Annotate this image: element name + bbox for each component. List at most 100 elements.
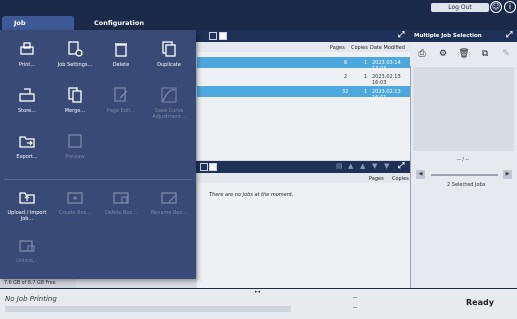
top-bar: Log Out ☺ i (0, 0, 517, 15)
selection-thumbnail-area (413, 67, 514, 151)
menu-label: Duplicate (157, 62, 181, 68)
menu-job-settings[interactable]: Job Settings... (54, 36, 96, 82)
job-pages: 32 (342, 89, 349, 95)
move-bottom-icon[interactable]: ▼ (384, 162, 389, 170)
print-queue-list (197, 183, 410, 288)
menu-create-box: Create Box... (54, 184, 96, 230)
user-icon[interactable]: ☺ (490, 1, 502, 13)
move-down-icon[interactable]: ▼ (372, 162, 377, 170)
menu-divider (4, 179, 192, 180)
search-icon[interactable] (209, 163, 217, 171)
multiple-selection-title: Multiple Job Selection (410, 30, 517, 42)
job-copies: 1 (364, 74, 368, 80)
print-progress-bar (5, 306, 291, 312)
menu-label: Save Curve Adjustment... (152, 108, 186, 120)
menu-label: Print... (18, 62, 36, 68)
page-indicator: -- / -- (457, 157, 470, 163)
col-copies[interactable]: Copies (351, 45, 368, 51)
status-dash-1: -- (353, 294, 358, 301)
menu-label: Create Box... (58, 210, 92, 216)
menu-rename-box: Rename Box... (148, 184, 190, 230)
empty-queue-message: There are no jobs at the moment. (209, 192, 294, 198)
search-icon[interactable] (219, 32, 227, 40)
filter-icon[interactable] (209, 32, 217, 40)
create-box-icon (67, 192, 83, 204)
menu-label: Delete (112, 62, 130, 68)
move-up-icon[interactable]: ▲ (360, 162, 365, 170)
menu-export[interactable]: Export... (6, 128, 48, 174)
next-button[interactable]: ▶ (503, 170, 512, 179)
job-row[interactable]: 6 1 2023.03.14 13:23 (197, 57, 410, 72)
print-icon[interactable]: ⎙ (416, 48, 428, 60)
queue-header: Pages Copies (197, 173, 410, 183)
preview-icon (68, 134, 82, 148)
menu-store[interactable]: Store... (6, 82, 48, 128)
prev-button[interactable]: ◀ (416, 170, 425, 179)
job-row[interactable]: 32 1 2023.02.13 16:01 (197, 86, 410, 101)
edit-icon[interactable]: ✎ (500, 48, 512, 60)
menu-label: Page Edit... (106, 108, 136, 114)
rename-box-icon (161, 192, 177, 204)
logout-button[interactable]: Log Out (431, 3, 489, 12)
menu-print[interactable]: Print... (6, 36, 48, 82)
merge-icon (68, 87, 82, 103)
menu-label: Preview (65, 154, 85, 160)
menu-duplicate[interactable]: Duplicate (148, 36, 190, 82)
menu-upload-import[interactable]: Upload / Import Job... (6, 184, 48, 230)
panel-handle-icon[interactable]: •• (254, 289, 261, 296)
job-pages: 6 (344, 60, 348, 66)
menu-label: Export... (16, 154, 38, 160)
menu-label: Unlock... (16, 258, 38, 264)
job-settings-icon[interactable]: ⚙ (437, 48, 449, 60)
menu-delete[interactable]: Delete (100, 36, 142, 82)
expand-icon[interactable]: ⤢ (398, 161, 404, 171)
menu-unlock: Unlock... (6, 232, 48, 278)
printing-status: No Job Printing (5, 295, 57, 303)
col-date-modified[interactable]: Date Modified (370, 45, 405, 51)
tab-bar: Job Management Configuration (0, 15, 517, 41)
page-slider[interactable] (431, 174, 498, 176)
print-icon (20, 42, 34, 55)
menu-merge[interactable]: Merge... (54, 82, 96, 128)
delete-box-icon (113, 192, 129, 204)
info-icon[interactable]: i (504, 1, 516, 13)
menu-label: Upload / Import Job... (7, 210, 47, 222)
store-icon (19, 88, 35, 102)
duplicate-icon (162, 41, 176, 57)
menu-delete-box: Delete Box... (100, 184, 142, 230)
col-pages[interactable]: Pages (330, 45, 345, 51)
unlock-icon (19, 240, 35, 252)
menu-label: Store... (18, 108, 36, 114)
expand-icon[interactable]: ⤢ (398, 30, 404, 40)
print-queue-icon[interactable]: ▤ (336, 162, 343, 170)
filter-icon[interactable] (200, 163, 208, 171)
multiple-selection-toolbar: ⎙ ⚙ 🗑 ⧉ ✎ (410, 42, 517, 66)
job-settings-icon (68, 41, 83, 57)
job-copies: 1 (364, 89, 368, 95)
move-top-icon[interactable]: ▲ (348, 162, 353, 170)
col-copies[interactable]: Copies (392, 176, 409, 182)
job-date: 2023.02.13 16:03 (372, 74, 401, 86)
menu-label: Rename Box... (150, 210, 188, 216)
job-management-menu: Print... Job Settings... Delete Duplicat… (0, 30, 196, 279)
menu-label: Delete Box... (104, 210, 138, 216)
job-row[interactable]: 2 1 2023.02.13 16:03 (197, 71, 410, 86)
page-edit-icon (114, 87, 128, 102)
col-pages[interactable]: Pages (369, 176, 384, 182)
machine-status: Ready (466, 298, 494, 307)
job-copies: 1 (364, 60, 368, 66)
merge-icon[interactable]: ⧉ (479, 48, 491, 60)
export-icon (19, 136, 35, 148)
trash-icon[interactable]: 🗑 (458, 48, 470, 60)
job-date: 2023.02.13 16:01 (372, 89, 401, 101)
menu-label: Job Settings... (57, 62, 93, 68)
menu-page-edit: Page Edit... (100, 82, 142, 128)
expand-icon[interactable]: ⤢ (506, 30, 512, 40)
tab-job-management[interactable]: Job Management (2, 16, 74, 41)
tab-configuration[interactable]: Configuration (82, 16, 154, 30)
app-root: Log Out ☺ i Job Management Configuration… (0, 0, 517, 319)
trash-icon (115, 43, 127, 57)
job-list-header: Pages Copies Date Modified (197, 42, 410, 52)
status-dash-2: -- (353, 304, 358, 311)
menu-preview: Preview (54, 128, 96, 174)
